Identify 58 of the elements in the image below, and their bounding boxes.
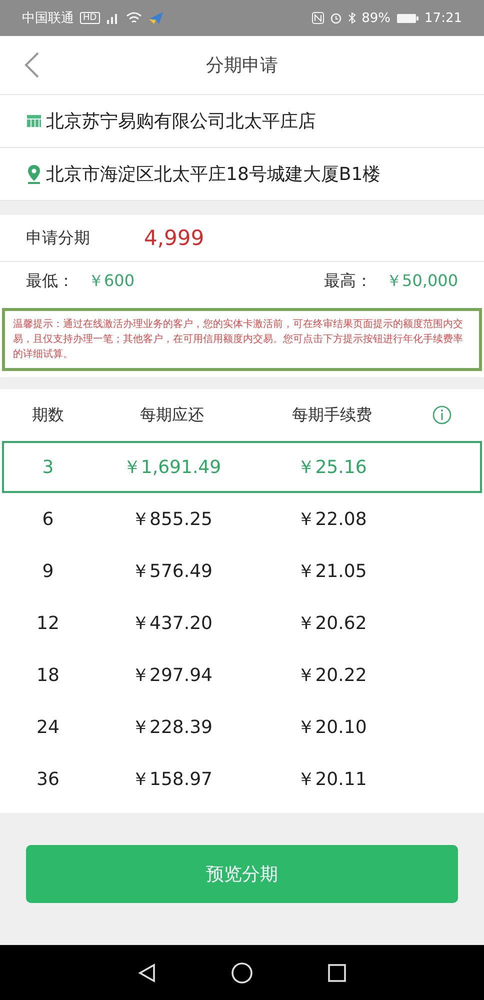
- notice-text: 温馨提示：通过在线激活办理业务的客户，您的实体卡激活前，可在终审结果页面提示的额度范围内交易，且仅支持办理一笔；其他客户，在可用信用额度内交易。您可点击下方提示按钮进行年化手续费率的详细试算。: [2, 308, 482, 371]
- clock: 17:21: [424, 10, 462, 26]
- column-header: 每期应还: [139, 404, 205, 426]
- plane-icon: [148, 11, 164, 25]
- fee-cell-text: ￥25.16: [296, 456, 368, 479]
- payment-cell-text: ￥1,691.49: [122, 456, 222, 479]
- table-row[interactable]: 12 ￥437.20 ￥20.62: [2, 597, 482, 649]
- payment-cell-text: ￥297.94: [130, 664, 214, 687]
- payment-cell-text: ￥158.97: [130, 768, 214, 791]
- term-cell-text: 6: [41, 508, 55, 530]
- max-value: ￥50,000: [386, 270, 458, 292]
- carrier-name: 中国联通: [22, 10, 74, 27]
- table-row[interactable]: 6 ￥855.25 ￥22.08: [2, 493, 482, 545]
- table-row[interactable]: 18 ￥297.94 ￥20.22: [2, 649, 482, 701]
- term-cell-text: 18: [36, 664, 60, 686]
- table-row[interactable]: 9 ￥576.49 ￥21.05: [2, 545, 482, 597]
- table-row[interactable]: 24 ￥228.39 ￥20.10: [2, 701, 482, 753]
- max-label: 最高：: [324, 270, 372, 292]
- bluetooth-icon: [348, 12, 356, 24]
- term-cell-text: 9: [41, 560, 55, 582]
- battery-icon: [396, 12, 419, 24]
- installment-amount: 4,999: [144, 226, 204, 250]
- store-icon: [26, 113, 42, 129]
- page-title: 分期申请: [206, 54, 278, 77]
- battery-percent: 89%: [362, 10, 391, 26]
- info-icon[interactable]: [432, 405, 452, 425]
- home-circle-icon[interactable]: [230, 962, 253, 984]
- fee-cell-text: ￥20.11: [296, 768, 368, 791]
- hd-badge: HD: [80, 12, 100, 24]
- store-address: 北京市海淀区北太平庄18号城建大厦B1楼: [46, 163, 381, 186]
- back-triangle-icon[interactable]: [138, 962, 156, 982]
- back-icon[interactable]: [24, 52, 40, 78]
- fee-cell-text: ￥20.10: [296, 716, 368, 739]
- term-cell-text: 24: [36, 716, 60, 738]
- table-row[interactable]: 36 ￥158.97 ￥20.11: [2, 753, 482, 805]
- min-value: ￥600: [88, 270, 135, 292]
- signal-icon: [106, 12, 120, 24]
- fee-cell-text: ￥22.08: [296, 508, 368, 531]
- payment-cell-text: ￥855.25: [130, 508, 214, 531]
- column-header: 每期手续费: [291, 404, 373, 426]
- fee-cell-text: ￥20.22: [296, 664, 368, 687]
- nfc-icon: [312, 12, 324, 24]
- payment-cell-text: ￥576.49: [130, 560, 214, 583]
- field-label: 申请分期: [26, 228, 91, 248]
- term-cell-text: 12: [36, 612, 60, 634]
- min-label: 最低：: [26, 270, 74, 292]
- alarm-icon: [330, 12, 342, 24]
- store-name: 北京苏宁易购有限公司北太平庄店: [46, 110, 316, 133]
- location-pin-icon: [26, 164, 42, 184]
- term-cell-text: 3: [41, 456, 55, 478]
- column-header: 期数: [31, 404, 65, 426]
- wifi-icon: [126, 12, 142, 24]
- term-cell-text: 36: [36, 768, 60, 790]
- fee-cell-text: ￥21.05: [296, 560, 368, 583]
- payment-cell-text: ￥437.20: [130, 612, 214, 635]
- recents-square-icon[interactable]: [328, 964, 346, 982]
- fee-cell-text: ￥20.62: [296, 612, 368, 635]
- payment-cell-text: ￥228.39: [130, 716, 214, 739]
